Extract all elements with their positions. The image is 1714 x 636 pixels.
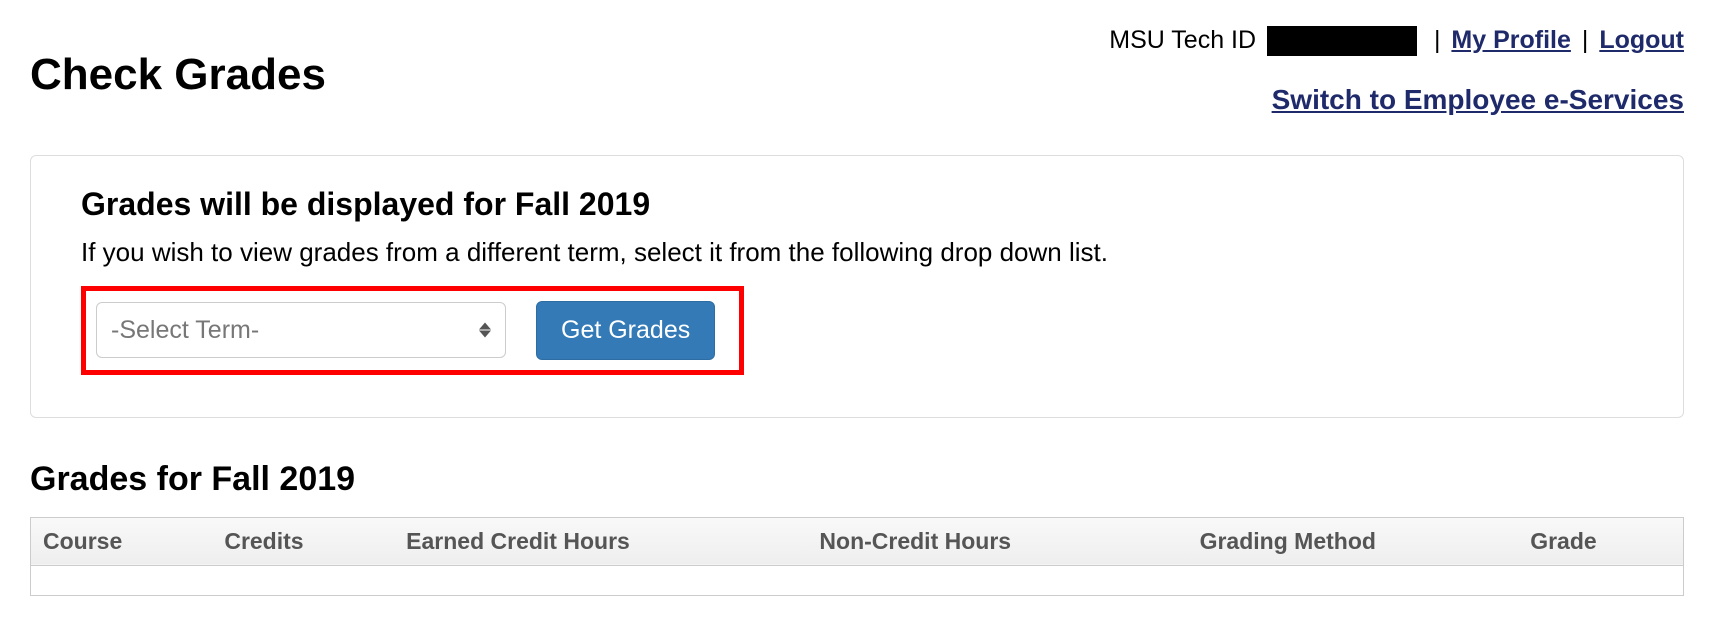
user-area: MSU Tech ID | My Profile | Logout Switch… <box>1109 20 1684 123</box>
col-noncredit: Non-Credit Hours <box>807 517 1187 565</box>
get-grades-button[interactable]: Get Grades <box>536 301 715 360</box>
grades-section-title: Grades for Fall 2019 <box>30 460 1684 499</box>
separator: | <box>1434 26 1447 54</box>
term-select-placeholder: -Select Term- <box>111 316 259 345</box>
my-profile-link[interactable]: My Profile <box>1451 26 1570 54</box>
tech-id-label: MSU Tech ID <box>1109 26 1256 54</box>
grades-table: Course Credits Earned Credit Hours Non-C… <box>30 517 1684 596</box>
switch-employee-link[interactable]: Switch to Employee e-Services <box>1109 78 1684 123</box>
col-credits: Credits <box>212 517 394 565</box>
highlight-box: -Select Term- Get Grades <box>81 286 744 375</box>
page-title: Check Grades <box>30 50 326 100</box>
panel-subtext: If you wish to view grades from a differ… <box>81 237 1633 268</box>
logout-link[interactable]: Logout <box>1599 26 1684 54</box>
col-method: Grading Method <box>1188 517 1519 565</box>
select-arrows-icon <box>479 323 491 338</box>
term-select[interactable]: -Select Term- <box>96 302 506 358</box>
col-earned: Earned Credit Hours <box>394 517 807 565</box>
panel-heading: Grades will be displayed for Fall 2019 <box>81 186 1633 223</box>
col-grade: Grade <box>1518 517 1683 565</box>
col-course: Course <box>31 517 213 565</box>
separator: | <box>1582 26 1595 54</box>
table-row <box>31 565 1684 595</box>
term-panel: Grades will be displayed for Fall 2019 I… <box>30 155 1684 418</box>
tech-id-value-redacted <box>1267 26 1417 56</box>
